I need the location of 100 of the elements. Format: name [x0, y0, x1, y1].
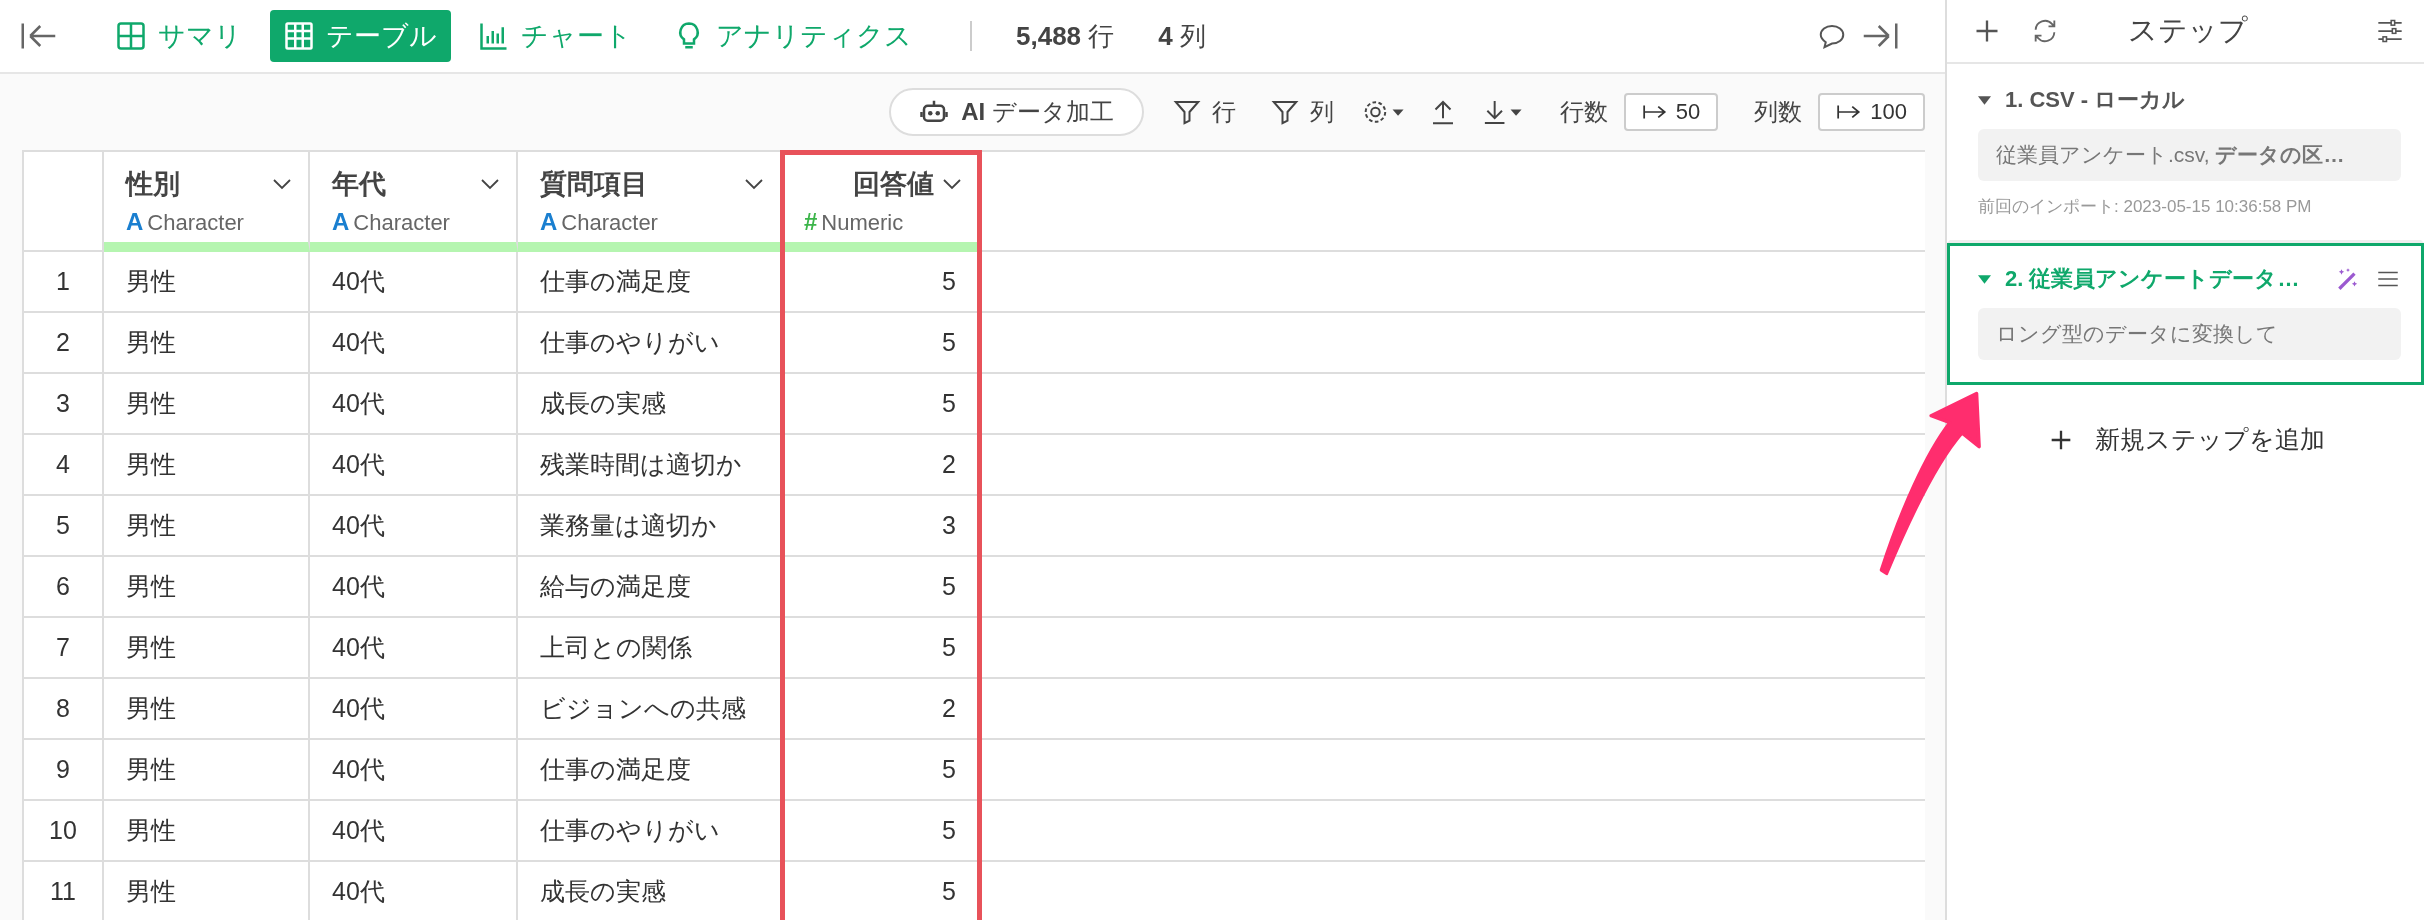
row-number: 2 — [24, 313, 104, 374]
table-cell: 男性 — [104, 252, 310, 313]
type-icon: A — [540, 208, 558, 236]
table-cell: 5 — [782, 801, 980, 862]
row-number: 9 — [24, 740, 104, 801]
row-number: 6 — [24, 557, 104, 618]
table-cell: ビジョンへの共感 — [518, 679, 782, 740]
table-cell: 5 — [782, 862, 980, 920]
grid-icon — [116, 21, 146, 51]
row-number: 7 — [24, 618, 104, 679]
table-cell: 40代 — [310, 496, 518, 557]
table-cell: 2 — [782, 679, 980, 740]
table-cell: 仕事の満足度 — [518, 252, 782, 313]
chevron-down-icon[interactable] — [480, 178, 500, 190]
table-cell: 40代 — [310, 801, 518, 862]
column-name: 性別 — [126, 168, 181, 201]
column-type: Character — [147, 210, 244, 236]
chevron-down-icon[interactable] — [942, 178, 962, 190]
row-limit-button[interactable]: 50 — [1623, 93, 1719, 131]
chevron-down-icon[interactable] — [744, 178, 764, 190]
collapse-right-icon[interactable] — [1861, 21, 1899, 51]
table-cell: 40代 — [310, 252, 518, 313]
table-cell: 5 — [782, 618, 980, 679]
step-title: 2. 従業員アンケートデータ… — [2005, 265, 2301, 293]
table-cell: 40代 — [310, 740, 518, 801]
type-icon: # — [804, 208, 818, 236]
table-cell: 男性 — [104, 557, 310, 618]
table-cell: 男性 — [104, 679, 310, 740]
ai-data-processing-button[interactable]: AI データ加工 — [889, 88, 1144, 136]
row-number: 1 — [24, 252, 104, 313]
table-cell: 男性 — [104, 496, 310, 557]
settings-sliders-icon[interactable] — [2376, 17, 2404, 45]
table-cell: 男性 — [104, 740, 310, 801]
table-cell: 男性 — [104, 374, 310, 435]
table-cell: 男性 — [104, 801, 310, 862]
table-cell: 成長の実感 — [518, 862, 782, 920]
row-number: 11 — [24, 862, 104, 920]
table-cell: 2 — [782, 435, 980, 496]
limit-arrow-icon — [1641, 103, 1668, 121]
table-icon — [284, 21, 314, 51]
table-cell: 上司との関係 — [518, 618, 782, 679]
table-cell: 5 — [782, 252, 980, 313]
table-cell: 40代 — [310, 374, 518, 435]
column-name: 年代 — [332, 168, 387, 201]
column-type: Character — [353, 210, 450, 236]
table-cell: 5 — [782, 374, 980, 435]
column-header[interactable]: 年代 A Character — [310, 152, 518, 252]
type-icon: A — [332, 208, 350, 236]
table-cell: 成長の実感 — [518, 374, 782, 435]
row-filter-button[interactable]: 行 — [1165, 96, 1242, 128]
table-cell: 3 — [782, 496, 980, 557]
table-cell: 残業時間は適切か — [518, 435, 782, 496]
collapse-left-icon[interactable] — [20, 21, 58, 51]
column-header[interactable]: 性別 A Character — [104, 152, 310, 252]
column-count: 4 列 — [1158, 19, 1206, 53]
column-type: Character — [561, 210, 658, 236]
table-cell: 5 — [782, 313, 980, 374]
row-limit-label: 行数 — [1559, 97, 1608, 127]
chevron-down-icon[interactable] — [272, 178, 292, 190]
table-cell: 給与の満足度 — [518, 557, 782, 618]
bar-chart-icon — [479, 21, 509, 51]
column-filter-button[interactable]: 列 — [1263, 96, 1340, 128]
table-cell: 5 — [782, 740, 980, 801]
panel-title: ステップ — [2126, 13, 2249, 48]
table-cell: 40代 — [310, 618, 518, 679]
table-cell: 40代 — [310, 679, 518, 740]
column-limit-button[interactable]: 100 — [1818, 93, 1925, 131]
column-name: 質問項目 — [540, 168, 649, 201]
column-limit-label: 列数 — [1754, 97, 1803, 127]
table-cell: 男性 — [104, 313, 310, 374]
table-cell: 40代 — [310, 313, 518, 374]
type-icon: A — [126, 208, 144, 236]
table-cell: 40代 — [310, 557, 518, 618]
row-number: 4 — [24, 435, 104, 496]
column-type: Numeric — [821, 210, 904, 236]
row-number: 8 — [24, 679, 104, 740]
table-cell: 男性 — [104, 435, 310, 496]
row-count: 5,488 行 — [1016, 19, 1115, 53]
step-description: 従業員アンケート.csv, データの区… — [1978, 129, 2401, 181]
step-title: 1. CSV - ローカル — [2005, 86, 2187, 114]
row-number: 3 — [24, 374, 104, 435]
step-card[interactable]: 1. CSV - ローカル 従業員アンケート.csv, データの区… 前回のインポート: 2023-05-15 10:36:58 PM — [1947, 64, 2424, 243]
table-cell: 5 — [782, 557, 980, 618]
row-number: 5 — [24, 496, 104, 557]
table-cell: 40代 — [310, 435, 518, 496]
table-cell: 業務量は適切か — [518, 496, 782, 557]
step-card[interactable]: 2. 従業員アンケートデータ… ロング型のデータに変換して — [1947, 243, 2424, 385]
add-step-button[interactable]: 新規ステップを追加 — [2036, 413, 2335, 466]
table-cell: 仕事のやりがい — [518, 801, 782, 862]
expand-triangle-icon[interactable] — [1978, 95, 1991, 105]
table-cell: 仕事の満足度 — [518, 740, 782, 801]
step-description: ロング型のデータに変換して — [1978, 308, 2401, 360]
row-number: 10 — [24, 801, 104, 862]
table-cell: 男性 — [104, 618, 310, 679]
table-cell: 40代 — [310, 862, 518, 920]
expand-triangle-icon[interactable] — [1978, 274, 1991, 284]
table-cell: 仕事のやりがい — [518, 313, 782, 374]
column-name: 回答値 — [852, 168, 934, 201]
import-timestamp: 前回のインポート: 2023-05-15 10:36:58 PM — [1978, 196, 2313, 218]
table-cell: 男性 — [104, 862, 310, 920]
